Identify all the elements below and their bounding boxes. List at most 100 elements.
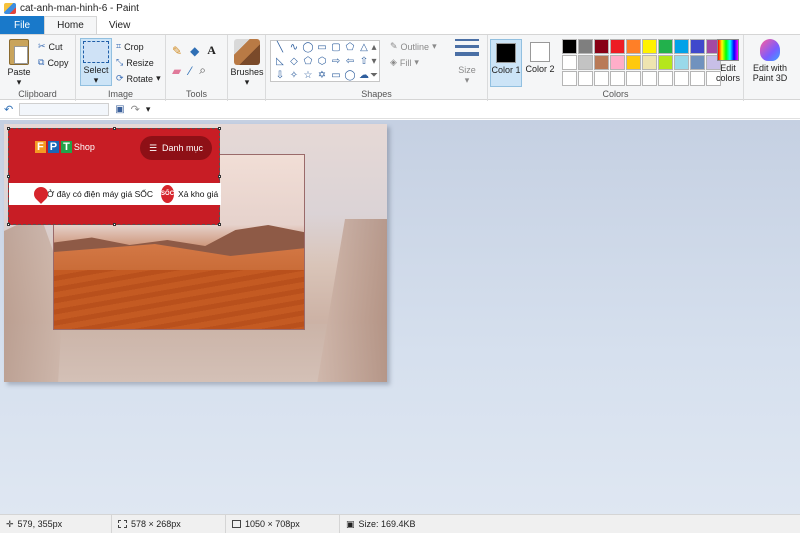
palette-swatch[interactable] xyxy=(578,55,593,70)
six-point-star-shape-icon[interactable]: ✡ xyxy=(315,69,329,82)
fill-button[interactable]: ◈ Fill ▾ xyxy=(390,57,419,68)
selection-handle-bottom-left[interactable] xyxy=(7,223,10,226)
gallery-scroll-up-icon[interactable]: ▴ xyxy=(369,41,379,54)
canvas-area[interactable]: F P T Shop ☰ Danh mục Ở đây có điện máy … xyxy=(0,120,800,514)
palette-swatch[interactable] xyxy=(610,71,625,86)
hexagon-shape-icon[interactable]: ⬡ xyxy=(315,55,329,68)
palette-swatch[interactable] xyxy=(674,71,689,86)
magnifier-icon[interactable]: ⌕ xyxy=(199,63,206,78)
callout-shape-icon[interactable]: ▭ xyxy=(329,69,343,82)
palette-swatch[interactable] xyxy=(594,39,609,54)
paste-label: Paste xyxy=(7,67,31,77)
pentagon-shape-icon[interactable]: ⬠ xyxy=(301,55,315,68)
palette-swatch[interactable] xyxy=(626,39,641,54)
oval-shape-icon[interactable]: ◯ xyxy=(301,41,315,54)
outline-button[interactable]: ✎ Outline ▾ xyxy=(390,41,437,52)
palette-swatch[interactable] xyxy=(690,55,705,70)
palette-swatch[interactable] xyxy=(690,71,705,86)
down-arrow-shape-icon[interactable]: ⇩ xyxy=(273,69,287,82)
right-arrow-shape-icon[interactable]: ⇨ xyxy=(329,55,343,68)
save-icon[interactable]: ▣ xyxy=(115,104,124,115)
selection-handle-top-left[interactable] xyxy=(7,127,10,130)
paste-button[interactable]: Paste ▾ xyxy=(4,39,34,87)
palette-swatch[interactable] xyxy=(674,55,689,70)
palette-swatch[interactable] xyxy=(594,55,609,70)
palette-swatch[interactable] xyxy=(578,39,593,54)
brushes-button[interactable]: Brushes ▾ xyxy=(230,39,264,87)
curve-shape-icon[interactable]: ∿ xyxy=(287,41,301,54)
line-shape-icon[interactable]: ╲ xyxy=(273,41,287,54)
color-picker-icon[interactable]: ⁄ xyxy=(189,64,191,78)
palette-swatch[interactable] xyxy=(610,55,625,70)
undo-icon[interactable]: ↶ xyxy=(4,103,13,116)
ribbon-tabs: File Home View xyxy=(0,16,800,34)
selection-handle-top-right[interactable] xyxy=(218,127,221,130)
select-button[interactable]: Select ▾ xyxy=(80,38,112,86)
palette-swatch[interactable] xyxy=(626,71,641,86)
palette-swatch[interactable] xyxy=(658,55,673,70)
edit-with-paint3d-button[interactable]: Edit with Paint 3D xyxy=(746,39,794,83)
selection-handle-right[interactable] xyxy=(218,175,221,178)
selection-handle-bottom-right[interactable] xyxy=(218,223,221,226)
disk-icon: ▣ xyxy=(346,518,355,529)
copy-button[interactable]: ⧉ Copy xyxy=(38,57,68,68)
selected-banner-region[interactable]: F P T Shop ☰ Danh mục Ở đây có điện máy … xyxy=(7,127,221,226)
select-rectangle-icon xyxy=(83,41,109,63)
color2-button[interactable]: Color 2 xyxy=(524,39,556,87)
palette-swatch[interactable] xyxy=(610,39,625,54)
palette-swatch[interactable] xyxy=(658,71,673,86)
size-button[interactable]: Size ▾ xyxy=(452,39,482,85)
selection-handle-top[interactable] xyxy=(113,127,116,130)
edit-colors-label: Edit colors xyxy=(715,63,740,83)
left-arrow-shape-icon[interactable]: ⇦ xyxy=(343,55,357,68)
crop-button[interactable]: ⌗ Crop xyxy=(116,41,144,52)
palette-swatch[interactable] xyxy=(642,39,657,54)
tab-file[interactable]: File xyxy=(0,16,45,34)
palette-swatch[interactable] xyxy=(642,71,657,86)
eraser-icon[interactable]: ▰ xyxy=(172,64,181,78)
shapes-gallery[interactable]: ╲ ∿ ◯ ▭ ▢ ⬠ △ ◺ ◇ ⬠ ⬡ ⇨ ⇦ ⇧ ⇩ ✧ ☆ ✡ ▭ ◯ … xyxy=(270,40,380,82)
right-triangle-shape-icon[interactable]: ◺ xyxy=(273,55,287,68)
brushes-group: Brushes ▾ xyxy=(228,35,266,101)
paint3d-icon xyxy=(760,39,780,61)
palette-swatch[interactable] xyxy=(626,55,641,70)
soc-badge: SỐC xyxy=(161,185,175,203)
selection-handle-left[interactable] xyxy=(7,175,10,178)
palette-swatch[interactable] xyxy=(690,39,705,54)
cursor-position: ✛ 579, 355px xyxy=(0,514,112,533)
colors-group-label: Colors xyxy=(602,89,629,99)
four-point-star-shape-icon[interactable]: ✧ xyxy=(287,69,301,82)
rectangle-shape-icon[interactable]: ▭ xyxy=(315,41,329,54)
selection-handle-bottom[interactable] xyxy=(113,223,116,226)
tab-home[interactable]: Home xyxy=(44,16,97,34)
five-point-star-shape-icon[interactable]: ☆ xyxy=(301,69,315,82)
palette-swatch[interactable] xyxy=(562,55,577,70)
fill-bucket-icon[interactable]: ◆ xyxy=(190,44,199,58)
cut-button[interactable]: ✂ Cut xyxy=(38,41,63,52)
palette-swatch[interactable] xyxy=(674,39,689,54)
rotate-button[interactable]: ⟳ Rotate ▾ xyxy=(116,73,161,84)
palette-swatch[interactable] xyxy=(658,39,673,54)
rounded-rectangle-shape-icon[interactable]: ▢ xyxy=(329,41,343,54)
redo-icon[interactable]: ↷ xyxy=(131,103,140,116)
customize-toolbar-icon[interactable]: ▾ xyxy=(146,104,151,115)
scissors-icon: ✂ xyxy=(38,41,46,51)
color1-button[interactable]: Color 1 xyxy=(490,39,522,87)
palette-swatch[interactable] xyxy=(594,71,609,86)
diamond-shape-icon[interactable]: ◇ xyxy=(287,55,301,68)
palette-swatch[interactable] xyxy=(578,71,593,86)
image-canvas[interactable]: F P T Shop ☰ Danh mục Ở đây có điện máy … xyxy=(4,124,387,382)
oval-callout-shape-icon[interactable]: ◯ xyxy=(343,69,357,82)
palette-swatch[interactable] xyxy=(562,71,577,86)
tab-view[interactable]: View xyxy=(97,16,143,34)
tools-group: ✎ ◆ A ▰ ⁄ ⌕ Tools xyxy=(166,35,228,101)
text-icon[interactable]: A xyxy=(207,43,216,58)
gallery-expand-icon[interactable]: ⏷ xyxy=(369,69,379,82)
palette-swatch[interactable] xyxy=(642,55,657,70)
palette-swatch[interactable] xyxy=(562,39,577,54)
resize-button[interactable]: ⤡ Resize xyxy=(116,57,154,68)
pencil-icon[interactable]: ✎ xyxy=(172,44,182,58)
edit-colors-button[interactable]: Edit colors xyxy=(712,39,744,83)
polygon-shape-icon[interactable]: ⬠ xyxy=(343,41,357,54)
gallery-scroll-down-icon[interactable]: ▾ xyxy=(369,55,379,68)
